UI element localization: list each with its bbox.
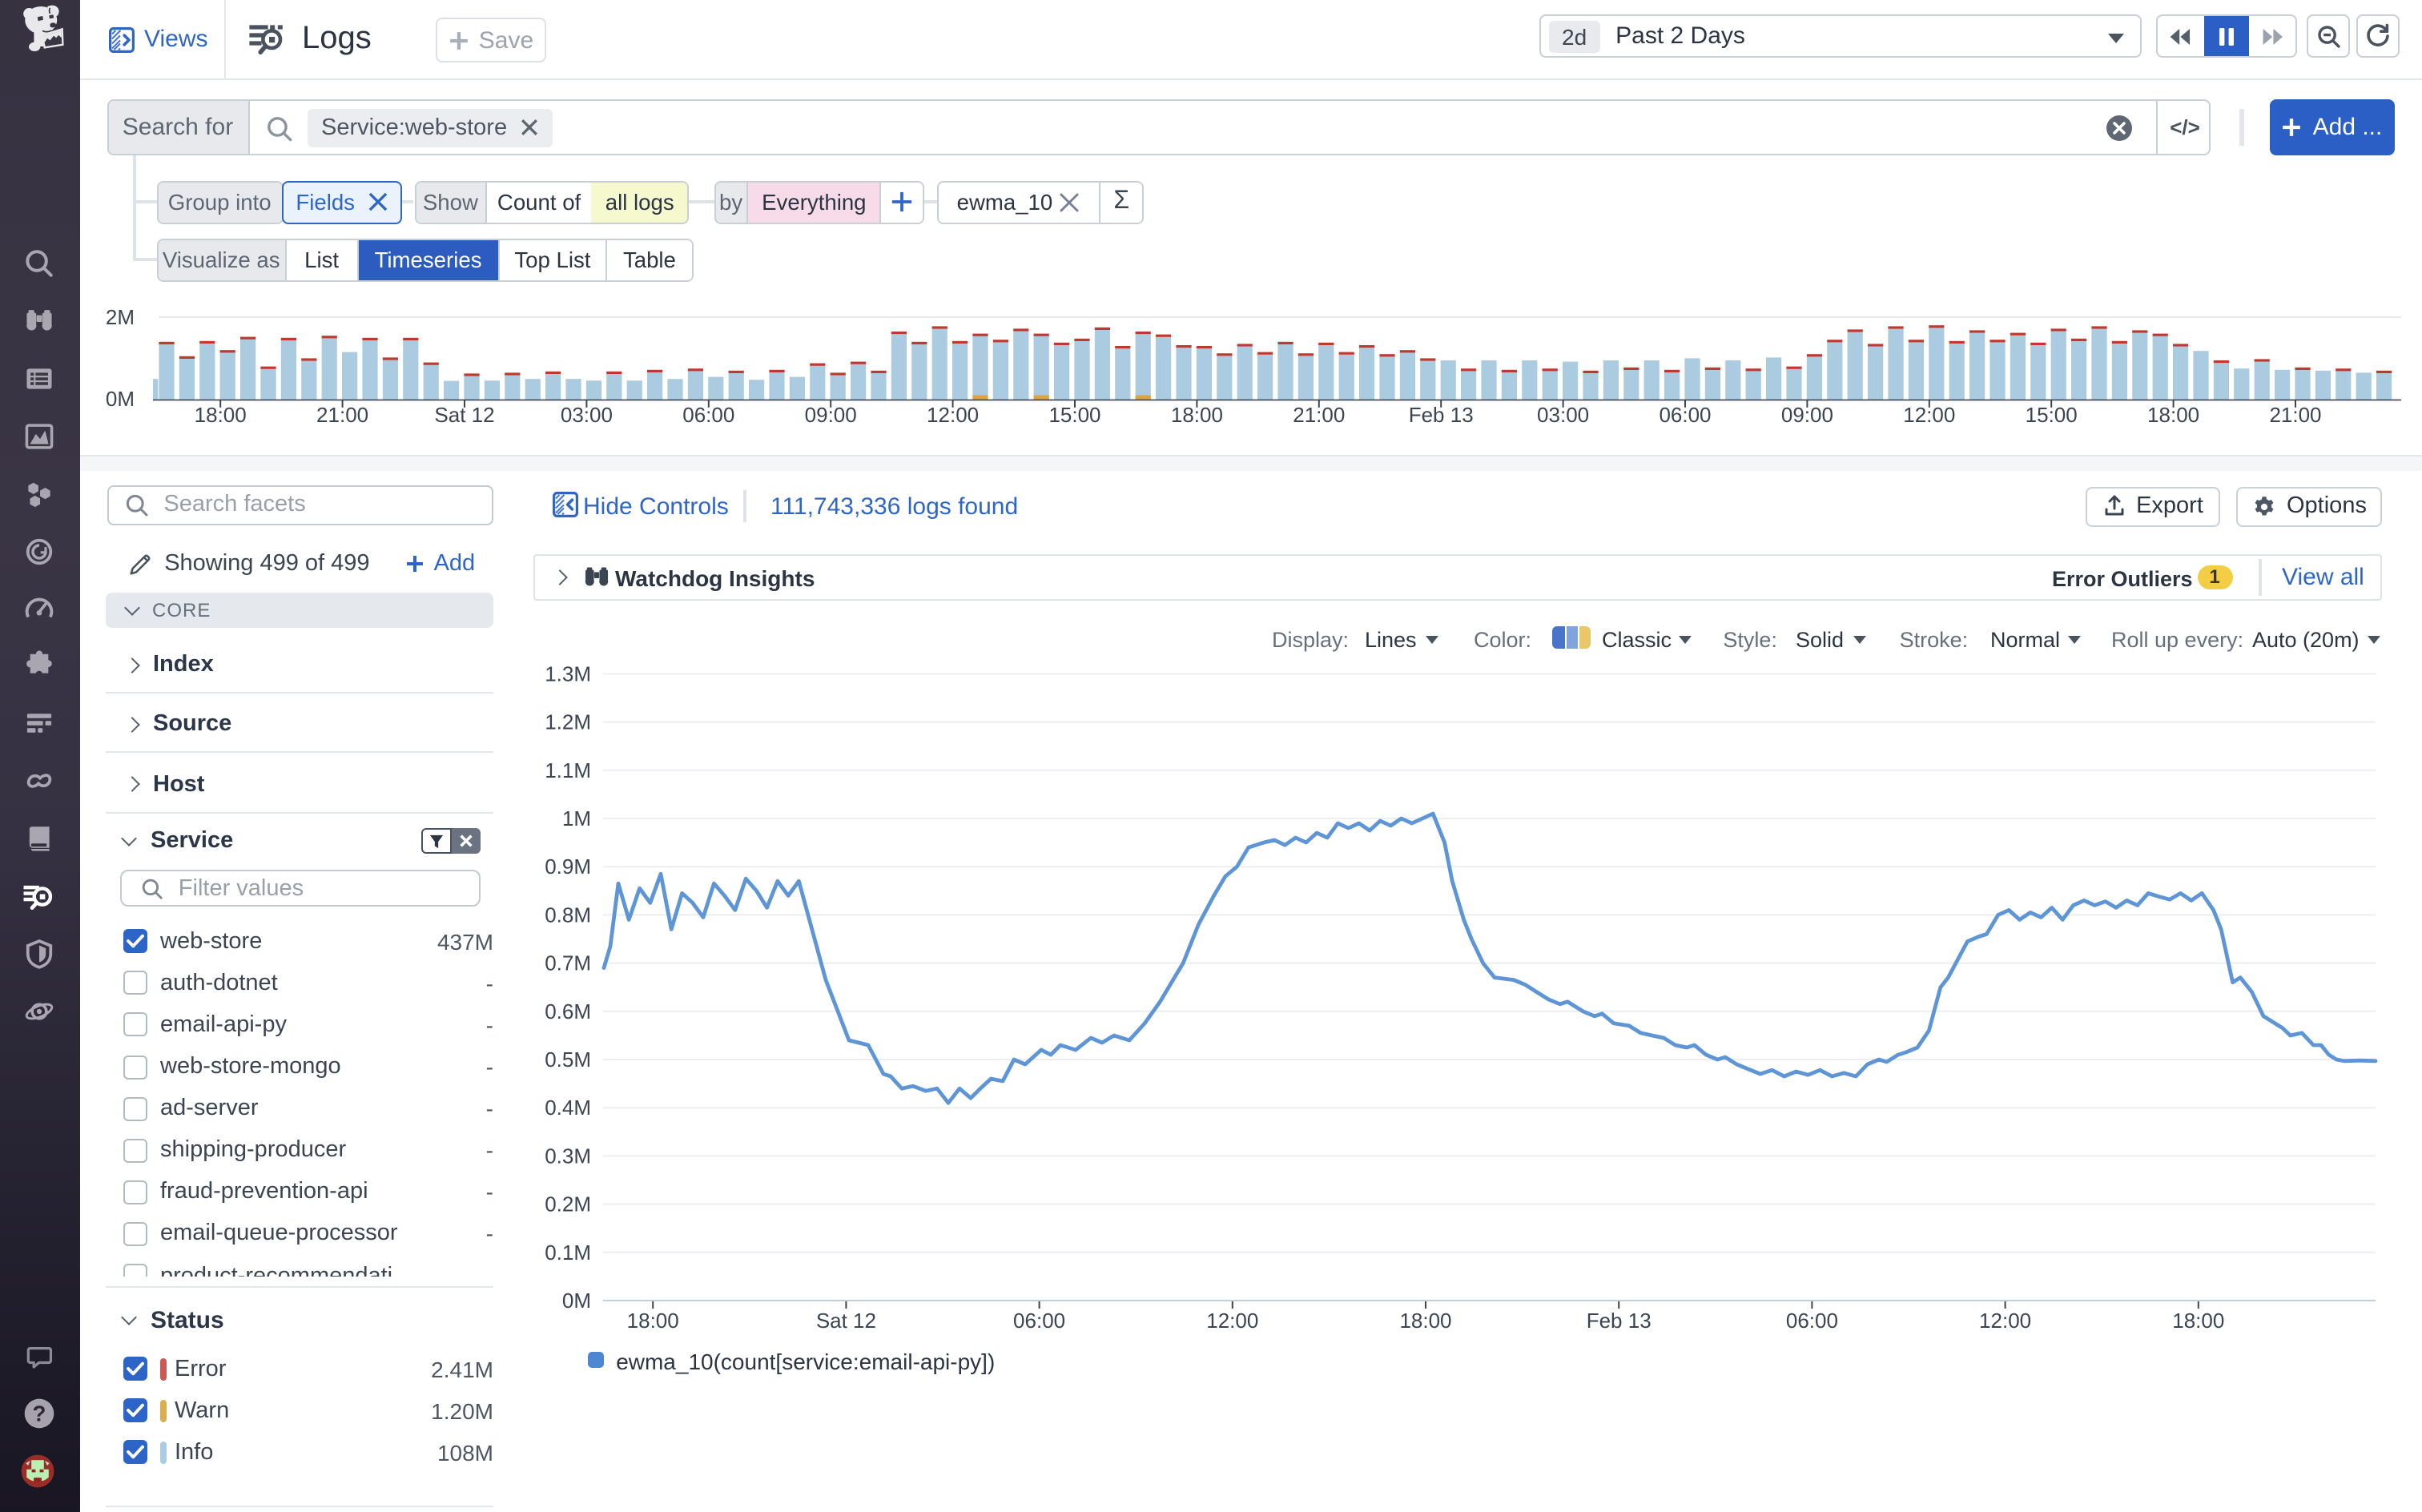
svg-text:18:00: 18:00	[195, 403, 247, 427]
svg-text:06:00: 06:00	[1786, 1309, 1838, 1333]
svg-text:21:00: 21:00	[1293, 403, 1345, 427]
svg-text:06:00: 06:00	[1659, 403, 1711, 427]
svg-text:0.2M: 0.2M	[545, 1192, 591, 1216]
svg-text:18:00: 18:00	[1399, 1309, 1451, 1333]
svg-text:Sat 12: Sat 12	[434, 403, 494, 427]
svg-text:0.7M: 0.7M	[545, 951, 591, 975]
svg-text:1M: 1M	[562, 806, 591, 830]
svg-text:18:00: 18:00	[1171, 403, 1223, 427]
svg-text:09:00: 09:00	[805, 403, 857, 427]
svg-text:0M: 0M	[106, 387, 135, 411]
svg-text:0.1M: 0.1M	[545, 1241, 591, 1265]
svg-text:0.3M: 0.3M	[545, 1144, 591, 1168]
svg-text:Sat 12: Sat 12	[816, 1309, 876, 1333]
svg-text:12:00: 12:00	[1903, 403, 1955, 427]
svg-text:12:00: 12:00	[1206, 1309, 1258, 1333]
svg-text:21:00: 21:00	[316, 403, 368, 427]
svg-text:1.1M: 1.1M	[545, 758, 591, 782]
svg-text:?: ?	[32, 1401, 46, 1426]
svg-text:12:00: 12:00	[1979, 1309, 2031, 1333]
svg-text:0M: 0M	[562, 1289, 591, 1313]
svg-text:0.9M: 0.9M	[545, 855, 591, 879]
svg-text:15:00: 15:00	[1048, 403, 1100, 427]
svg-text:0.5M: 0.5M	[545, 1048, 591, 1072]
svg-text:2M: 2M	[106, 305, 135, 329]
svg-text:12:00: 12:00	[927, 403, 979, 427]
svg-text:18:00: 18:00	[2172, 1309, 2224, 1333]
svg-text:0.6M: 0.6M	[545, 999, 591, 1023]
svg-text:18:00: 18:00	[627, 1309, 679, 1333]
svg-text:15:00: 15:00	[2026, 403, 2078, 427]
svg-text:06:00: 06:00	[682, 403, 734, 427]
svg-text:03:00: 03:00	[1537, 403, 1589, 427]
svg-text:06:00: 06:00	[1013, 1309, 1065, 1333]
svg-text:18:00: 18:00	[2147, 403, 2199, 427]
svg-text:09:00: 09:00	[1781, 403, 1833, 427]
svg-text:Feb 13: Feb 13	[1587, 1309, 1652, 1333]
svg-text:21:00: 21:00	[2269, 403, 2321, 427]
svg-text:0.4M: 0.4M	[545, 1096, 591, 1120]
svg-text:Feb 13: Feb 13	[1409, 403, 1474, 427]
svg-text:03:00: 03:00	[561, 403, 613, 427]
svg-text:1.2M: 1.2M	[545, 710, 591, 734]
svg-text:0.8M: 0.8M	[545, 903, 591, 927]
svg-text:1.3M: 1.3M	[545, 662, 591, 686]
